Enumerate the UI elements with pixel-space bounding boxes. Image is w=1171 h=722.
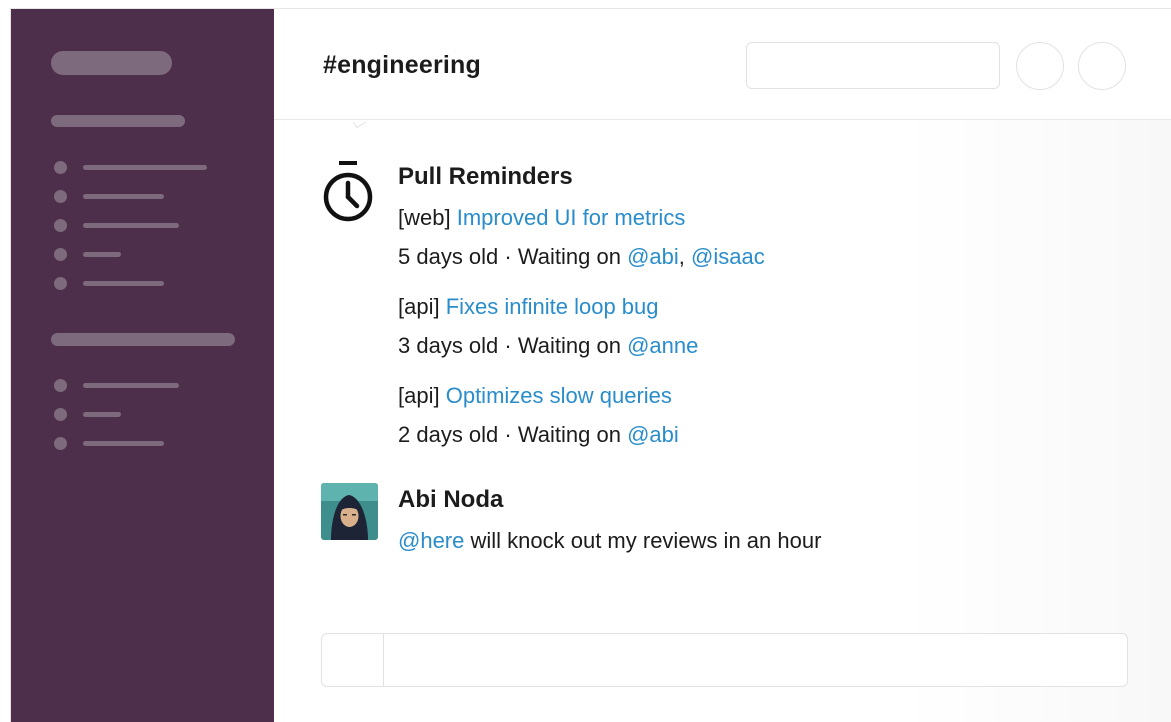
reviewer-mention[interactable]: @abi — [627, 422, 679, 447]
header-action-button[interactable] — [1078, 42, 1126, 90]
pr-title-line: [web] Improved UI for metrics — [398, 205, 685, 231]
pr-status-line: 3 days old · Waiting on @anne — [398, 333, 698, 359]
app-window: #engineering Pull Reminders [web] Improv… — [10, 8, 1171, 722]
sidebar-line — [83, 412, 121, 417]
pr-title-line: [api] Fixes infinite loop bug — [398, 294, 659, 320]
sidebar-section-placeholder — [51, 115, 185, 127]
sidebar-section-placeholder — [51, 333, 235, 346]
avatar-photo — [321, 483, 378, 540]
sidebar — [11, 9, 274, 722]
here-mention[interactable]: @here — [398, 528, 464, 553]
sidebar-dot — [54, 190, 67, 203]
sidebar-line — [83, 165, 207, 170]
mention-separator: , — [678, 244, 692, 269]
sidebar-dot — [54, 408, 67, 421]
message-composer-input[interactable] — [321, 633, 1128, 687]
sidebar-dot — [54, 219, 67, 232]
message-sender[interactable]: Pull Reminders — [398, 163, 573, 191]
repo-tag: [api] — [398, 383, 440, 408]
sidebar-dot — [54, 248, 67, 261]
pr-link[interactable]: Optimizes slow queries — [446, 383, 672, 408]
reviewer-mention[interactable]: @abi — [627, 244, 679, 269]
sidebar-line — [83, 441, 164, 446]
sidebar-dot — [54, 437, 67, 450]
stopwatch-icon — [323, 161, 373, 222]
repo-tag: [api] — [398, 294, 440, 319]
pr-age: 5 days old · Waiting on — [398, 244, 621, 269]
message-sender[interactable]: Abi Noda — [398, 486, 503, 514]
pr-age: 2 days old · Waiting on — [398, 422, 621, 447]
pr-age: 3 days old · Waiting on — [398, 333, 621, 358]
header-action-button[interactable] — [1016, 42, 1064, 90]
sidebar-dot — [54, 277, 67, 290]
pr-status-line: 2 days old · Waiting on @abi — [398, 422, 679, 448]
sidebar-line — [83, 252, 121, 257]
sidebar-dot — [54, 379, 67, 392]
pr-status-line: 5 days old · Waiting on @abi, @isaac — [398, 244, 765, 270]
reviewer-mention[interactable]: @anne — [627, 333, 698, 358]
sidebar-dot — [54, 161, 67, 174]
avatar[interactable] — [321, 483, 378, 540]
workspace-name-placeholder[interactable] — [51, 51, 172, 75]
reviewer-mention[interactable]: @isaac — [691, 244, 765, 269]
pr-title-line: [api] Optimizes slow queries — [398, 383, 672, 409]
message-body: will knock out my reviews in an hour — [464, 528, 822, 553]
channel-header: #engineering — [274, 9, 1171, 120]
channel-title[interactable]: #engineering — [323, 51, 481, 80]
composer-attach-button[interactable] — [322, 634, 384, 686]
sidebar-line — [83, 194, 164, 199]
pr-link[interactable]: Improved UI for metrics — [457, 205, 686, 230]
sidebar-line — [83, 223, 179, 228]
message-text: @here will knock out my reviews in an ho… — [398, 528, 821, 554]
pr-link[interactable]: Fixes infinite loop bug — [446, 294, 659, 319]
repo-tag: [web] — [398, 205, 451, 230]
sidebar-line — [83, 281, 164, 286]
channel-pane: #engineering Pull Reminders [web] Improv… — [274, 9, 1171, 722]
sidebar-line — [83, 383, 179, 388]
search-input[interactable] — [746, 42, 1000, 89]
